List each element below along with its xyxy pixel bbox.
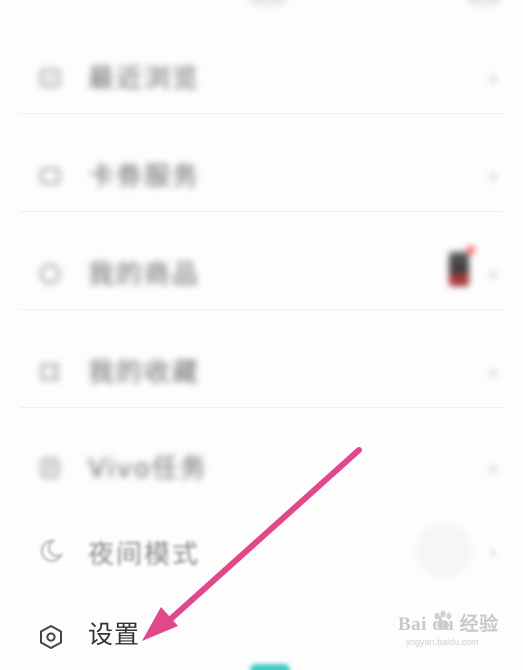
blurred-row-content: 我的商品 ›: [0, 240, 523, 310]
profile-menu-screen: 最近浏览 › 卡劵服务 › 我的商品 › 我的收藏 › Vivo任务 › 夜间模…: [0, 0, 523, 670]
menu-item-label: Vivo任务: [88, 454, 208, 484]
row-divider: [20, 407, 503, 408]
menu-item-label: 我的商品: [88, 260, 201, 290]
bottom-tab-indicator: [250, 664, 290, 670]
moon-icon: [40, 539, 64, 562]
notification-dot: [467, 246, 475, 254]
menu-item-recent[interactable]: 最近浏览 ›: [0, 44, 523, 114]
row-divider: [20, 309, 503, 310]
menu-item-label: 我的收藏: [88, 358, 201, 388]
row-divider: [20, 113, 503, 114]
chevron-right-icon: ›: [489, 66, 497, 90]
gear-icon: [40, 625, 62, 649]
settings-label: 设置: [88, 620, 141, 649]
chevron-right-icon: ›: [489, 262, 497, 286]
menu-item-products[interactable]: 我的商品 ›: [0, 240, 523, 310]
product-thumbnail: [449, 252, 469, 286]
clock-icon: [40, 69, 60, 87]
night-mode-label: 夜间模式: [88, 540, 201, 570]
blurred-row-content: Vivo任务 ›: [0, 434, 523, 504]
chevron-right-icon: ›: [489, 360, 497, 384]
top-card-edge-right: [466, 0, 502, 6]
chevron-right-icon: ›: [489, 540, 497, 564]
bag-icon: [40, 264, 60, 284]
menu-item-tasks[interactable]: Vivo任务 ›: [0, 434, 523, 504]
night-mode-toggle[interactable]: [419, 526, 469, 576]
star-icon: [41, 364, 60, 380]
menu-item-favorites[interactable]: 我的收藏 ›: [0, 338, 523, 408]
menu-item-label: 最近浏览: [88, 64, 201, 94]
chevron-right-icon: ›: [489, 456, 497, 480]
top-card-edge-left: [248, 0, 288, 6]
blurred-row-content: 我的收藏 ›: [0, 338, 523, 408]
blurred-row-content: 最近浏览 ›: [0, 44, 523, 114]
menu-item-settings[interactable]: 设置: [0, 604, 523, 670]
task-icon: [41, 458, 59, 478]
menu-item-coupons[interactable]: 卡劵服务 ›: [0, 142, 523, 212]
chevron-right-icon: ›: [489, 164, 497, 188]
row-divider: [20, 211, 503, 212]
ticket-icon: [40, 168, 60, 184]
blurred-row-content: 卡劵服务 ›: [0, 142, 523, 212]
menu-item-label: 卡劵服务: [88, 162, 201, 192]
